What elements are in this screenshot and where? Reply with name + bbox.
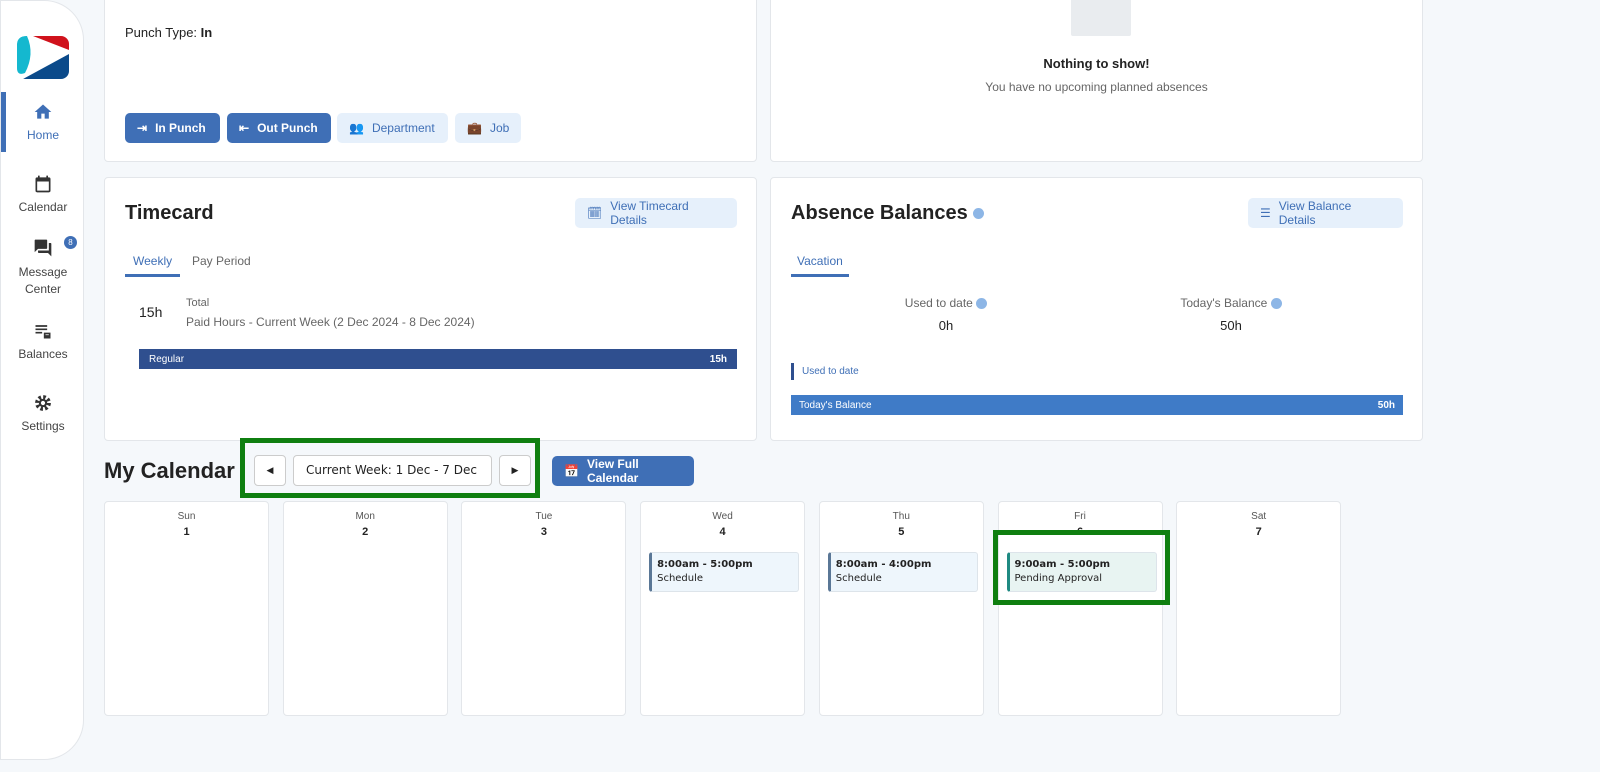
timecard-icon: 🗓 bbox=[587, 206, 603, 220]
day-name: Wed bbox=[712, 511, 733, 522]
briefcase-icon: 💼 bbox=[467, 121, 482, 135]
message-badge: 8 bbox=[64, 236, 77, 249]
punch-card: Punch Type: In ⇥ In Punch ⇤ Out Punch 👥 Dep… bbox=[104, 0, 757, 162]
highlight-pending-event bbox=[993, 530, 1170, 605]
help-icon[interactable] bbox=[1270, 298, 1282, 310]
calendar-title: My Calendar bbox=[104, 458, 235, 483]
planned-absences-card: Nothing to show! You have no upcoming pl… bbox=[770, 0, 1423, 162]
sidebar-item-balances[interactable]: Balances bbox=[1, 321, 85, 361]
used-to-date-bar: Used to date bbox=[791, 363, 867, 380]
absence-balances-card: Absence Balances ☰ View Balance Details V… bbox=[770, 177, 1423, 441]
calendar-icon bbox=[35, 175, 51, 193]
day-date: 7 bbox=[1255, 526, 1262, 538]
day-date: 5 bbox=[898, 526, 905, 538]
app-logo bbox=[17, 36, 69, 79]
day-date: 1 bbox=[183, 526, 190, 538]
day-date: 4 bbox=[719, 526, 726, 538]
calendar-day-sun[interactable]: Sun 1 bbox=[104, 501, 269, 716]
out-punch-button[interactable]: ⇤ Out Punch bbox=[227, 113, 331, 143]
day-name: Sat bbox=[1251, 511, 1267, 522]
day-name: Mon bbox=[355, 511, 375, 522]
view-balance-details-button[interactable]: ☰ View Balance Details bbox=[1248, 198, 1403, 228]
calendar-day-thu[interactable]: Thu 5 8:00am - 4:00pm Schedule bbox=[818, 501, 984, 716]
calendar-event[interactable]: 8:00am - 5:00pm Schedule bbox=[649, 552, 800, 592]
highlight-week-nav bbox=[240, 438, 540, 498]
regular-hours-bar: Regular 15h bbox=[139, 349, 737, 369]
calendar-day-sat[interactable]: Sat 7 bbox=[1176, 501, 1342, 716]
tab-vacation[interactable]: Vacation bbox=[791, 254, 849, 277]
sidebar-item-settings[interactable]: Settings bbox=[1, 393, 85, 433]
calendar-day-wed[interactable]: Wed 4 8:00am - 5:00pm Schedule bbox=[640, 501, 806, 716]
job-button[interactable]: 💼 Job bbox=[455, 113, 521, 143]
view-timecard-details-button[interactable]: 🗓 View Timecard Details bbox=[575, 198, 737, 228]
gear-icon bbox=[35, 395, 51, 411]
day-date: 2 bbox=[362, 526, 369, 538]
balances-title: Absence Balances bbox=[791, 202, 985, 225]
empty-illustration bbox=[1071, 0, 1131, 36]
sidebar-item-calendar[interactable]: Calendar bbox=[1, 174, 85, 214]
todays-balance-bar: Today's Balance 50h bbox=[791, 395, 1403, 415]
view-full-calendar-button[interactable]: 📅 View Full Calendar bbox=[552, 456, 694, 486]
help-icon[interactable] bbox=[976, 298, 988, 310]
day-name: Fri bbox=[1074, 511, 1086, 522]
department-button[interactable]: 👥 Department bbox=[337, 113, 448, 143]
day-name: Sun bbox=[177, 511, 196, 522]
day-name: Thu bbox=[892, 511, 910, 522]
balances-icon: ☰ bbox=[1260, 206, 1271, 220]
logout-icon: ⇤ bbox=[239, 121, 250, 135]
day-date: 3 bbox=[540, 526, 547, 538]
sidebar-item-message-center[interactable]: 8 Message Center bbox=[1, 236, 85, 298]
in-punch-button[interactable]: ⇥ In Punch bbox=[125, 113, 220, 143]
day-name: Tue bbox=[535, 511, 553, 522]
timecard-card: Timecard 🗓 View Timecard Details Weekly P… bbox=[104, 177, 757, 441]
info-icon[interactable] bbox=[973, 208, 985, 220]
chat-icon bbox=[34, 239, 52, 257]
calendar-icon: 📅 bbox=[564, 464, 579, 478]
login-icon: ⇥ bbox=[137, 121, 148, 135]
calendar-event[interactable]: 8:00am - 4:00pm Schedule bbox=[827, 552, 978, 592]
group-icon: 👥 bbox=[349, 121, 364, 135]
sidebar-item-home[interactable]: Home bbox=[1, 92, 85, 152]
calendar-day-mon[interactable]: Mon 2 bbox=[282, 501, 448, 716]
calendar-day-tue[interactable]: Tue 3 bbox=[461, 501, 627, 716]
home-icon bbox=[34, 104, 52, 119]
tab-pay-period[interactable]: Pay Period bbox=[192, 254, 251, 274]
tab-weekly[interactable]: Weekly bbox=[125, 254, 181, 277]
sidebar: Home Calendar 8 Message Center Balances … bbox=[0, 0, 84, 760]
balances-icon bbox=[35, 325, 51, 339]
